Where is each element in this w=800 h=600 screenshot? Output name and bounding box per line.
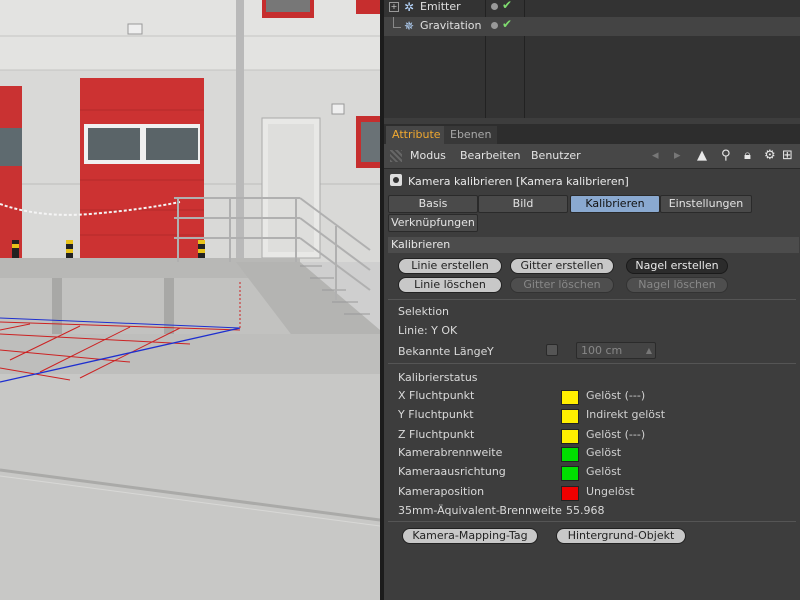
tree-line [393, 17, 394, 27]
object-manager: + ✲ Emitter ✔ ✵ Gravitation ✔ [384, 0, 800, 118]
spinner-icon[interactable]: ▲ [646, 343, 652, 358]
enabled-check-icon[interactable]: ✔ [502, 0, 512, 12]
known-length-value: 100 cm [581, 344, 623, 357]
status-value: Gelöst (---) [586, 428, 646, 441]
status-value: Gelöst (---) [586, 389, 646, 402]
grip-icon [390, 150, 402, 162]
camera-mapping-tag-button[interactable]: Kamera-Mapping-Tag [402, 528, 538, 544]
status-swatch [561, 429, 579, 444]
known-length-checkbox[interactable] [546, 344, 558, 356]
search-icon[interactable]: ⚲ [721, 148, 731, 163]
pointer-icon[interactable]: ▲ [697, 148, 707, 163]
object-row-gravitation[interactable]: ✵ Gravitation ✔ [384, 17, 800, 36]
status-value: Gelöst [586, 446, 622, 459]
status-label: Y Fluchtpunkt [398, 408, 474, 421]
subtab-bild[interactable]: Bild [478, 195, 568, 213]
status-label: Kamerabrennweite [398, 446, 503, 459]
divider [388, 521, 796, 522]
menu-benutzer[interactable]: Benutzer [531, 149, 581, 162]
known-length-label: Bekannte Länge [398, 345, 488, 358]
status-label: Kameraposition [398, 485, 485, 498]
settings-icon[interactable]: ⚙ [764, 148, 776, 163]
line-delete-button[interactable]: Linie löschen [398, 277, 502, 293]
subtab-verknuepfungen[interactable]: Verknüpfungen [388, 214, 478, 232]
nav-forward-icon[interactable]: ▸ [674, 148, 681, 163]
nav-back-icon[interactable]: ◂ [652, 148, 659, 163]
line-status: Linie: Y OK [398, 324, 458, 337]
menu-modus[interactable]: Modus [410, 149, 446, 162]
gravitation-icon: ✵ [404, 19, 415, 33]
status-label: Z Fluchtpunkt [398, 428, 475, 441]
known-length-axis: Y [487, 345, 494, 358]
enabled-check-icon[interactable]: ✔ [502, 17, 512, 31]
object-title-bar: Kamera kalibrieren [Kamera kalibrieren] [384, 170, 800, 192]
manager-tabs: Attribute Ebenen [384, 124, 800, 144]
object-name: Gravitation [420, 19, 482, 32]
status-value: Ungelöst [586, 485, 635, 498]
status-swatch [561, 486, 579, 501]
expand-icon[interactable]: + [389, 2, 399, 12]
object-title: Kamera kalibrieren [Kamera kalibrieren] [408, 175, 629, 188]
lock-icon[interactable]: 🔒︎ [744, 148, 751, 163]
status-value: Indirekt gelöst [586, 408, 666, 421]
status-value: Gelöst [586, 465, 622, 478]
menu-bearbeiten[interactable]: Bearbeiten [460, 149, 520, 162]
nail-delete-button[interactable]: Nagel löschen [626, 277, 728, 293]
tab-attribute[interactable]: Attribute [386, 126, 447, 144]
divider [388, 363, 796, 364]
selection-title: Selektion [398, 305, 450, 318]
known-length-field[interactable]: 100 cm ▲ [576, 342, 656, 359]
tree-line [393, 27, 401, 28]
visibility-dot[interactable] [491, 3, 498, 10]
section-kalibrieren[interactable]: Kalibrieren [388, 237, 799, 253]
camera-icon [390, 174, 402, 186]
status-swatch [561, 466, 579, 481]
focal-length-value: 55.968 [566, 504, 605, 517]
nail-create-button[interactable]: Nagel erstellen [626, 258, 728, 274]
background-object-button[interactable]: Hintergrund-Objekt [556, 528, 686, 544]
grid-create-button[interactable]: Gitter erstellen [510, 258, 614, 274]
status-label: Kameraausrichtung [398, 465, 506, 478]
tab-ebenen[interactable]: Ebenen [444, 126, 498, 144]
attribute-menubar: Modus Bearbeiten Benutzer ◂ ▸ ▲ ⚲ 🔒︎ ⚙ ⊞ [384, 144, 800, 169]
object-row-emitter[interactable]: + ✲ Emitter ✔ [384, 0, 800, 17]
calibration-status-title: Kalibrierstatus [398, 371, 478, 384]
object-name: Emitter [420, 0, 461, 13]
subtab-basis[interactable]: Basis [388, 195, 478, 213]
focal-length-label: 35mm-Äquivalent-Brennweite [398, 504, 562, 517]
building-photo [0, 0, 380, 600]
status-swatch [561, 409, 579, 424]
status-label: X Fluchtpunkt [398, 389, 475, 402]
viewport[interactable] [0, 0, 380, 600]
subtab-kalibrieren[interactable]: Kalibrieren [570, 195, 660, 213]
right-panel: + ✲ Emitter ✔ ✵ Gravitation ✔ Attribute … [384, 0, 800, 600]
status-swatch [561, 390, 579, 405]
subtab-einstellungen[interactable]: Einstellungen [660, 195, 752, 213]
visibility-dot[interactable] [491, 22, 498, 29]
grid-delete-button[interactable]: Gitter löschen [510, 277, 614, 293]
new-panel-icon[interactable]: ⊞ [782, 148, 793, 163]
status-swatch [561, 447, 579, 462]
divider [388, 299, 796, 300]
emitter-icon: ✲ [404, 0, 415, 14]
line-create-button[interactable]: Linie erstellen [398, 258, 502, 274]
